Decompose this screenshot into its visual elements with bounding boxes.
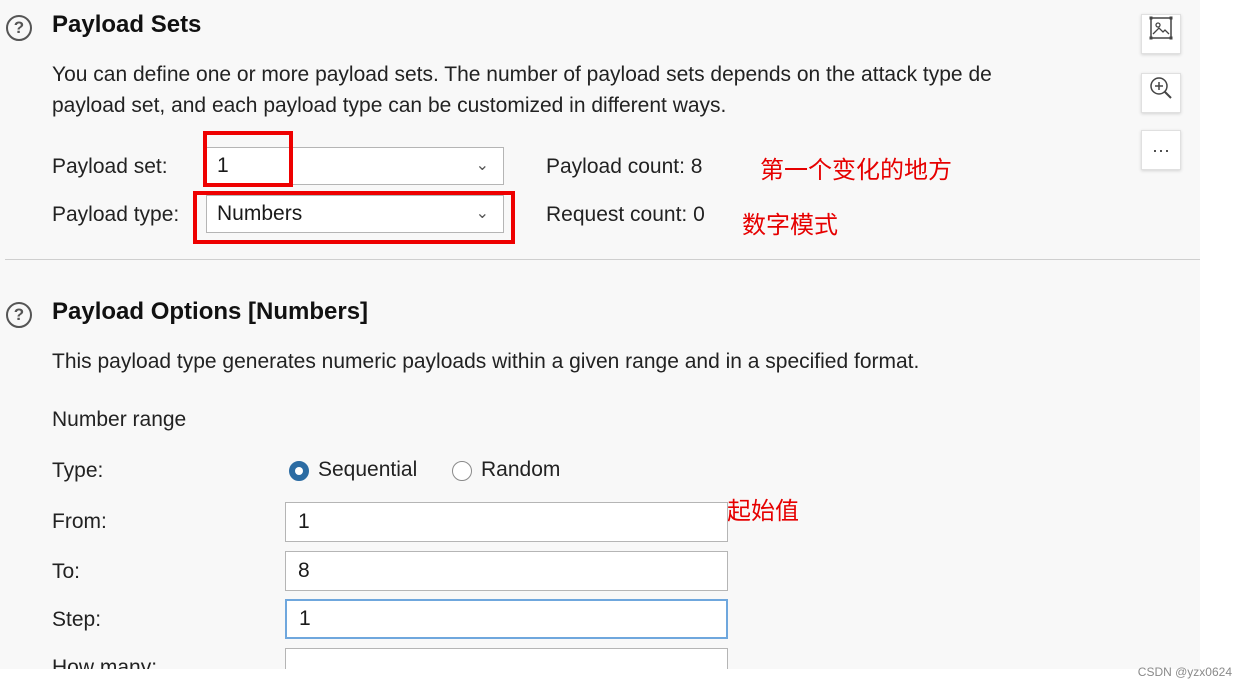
- chevron-down-icon: ⌄: [475, 157, 489, 174]
- highlight-box-payload-set: [203, 131, 293, 187]
- annotation-start-value: 起始值: [727, 497, 799, 525]
- payload-set-label: Payload set:: [52, 155, 168, 178]
- radio-sequential-label[interactable]: Sequential: [318, 458, 417, 482]
- payload-options-title: Payload Options [Numbers]: [52, 298, 369, 325]
- help-icon[interactable]: ?: [6, 15, 32, 41]
- how-many-label: How many:: [52, 656, 158, 669]
- request-count: Request count: 0: [546, 203, 705, 226]
- from-label: From:: [52, 510, 107, 533]
- payload-options-description: This payload type generates numeric payl…: [52, 350, 920, 373]
- help-icon[interactable]: ?: [6, 302, 32, 328]
- to-input[interactable]: 8: [285, 551, 728, 591]
- radio-sequential[interactable]: [289, 461, 309, 481]
- payload-sets-description-2: payload set, and each payload type can b…: [52, 94, 727, 117]
- to-label: To:: [52, 560, 81, 583]
- step-input[interactable]: 1: [285, 599, 728, 639]
- step-label: Step:: [52, 608, 102, 631]
- intruder-payloads-panel: ? Payload Sets You can define one or mor…: [0, 0, 1200, 669]
- from-input[interactable]: 1: [285, 502, 728, 542]
- annotation-numeric-mode: 数字模式: [742, 211, 838, 239]
- section-divider: [5, 259, 1200, 260]
- number-range-label: Number range: [52, 408, 187, 431]
- payload-count: Payload count: 8: [546, 155, 703, 178]
- payload-sets-description: You can define one or more payload sets.…: [52, 63, 992, 86]
- payload-type-label: Payload type:: [52, 203, 180, 226]
- annotation-first-change: 第一个变化的地方: [760, 156, 952, 184]
- image-icon[interactable]: [1141, 14, 1181, 54]
- radio-random-label[interactable]: Random: [481, 458, 560, 482]
- zoom-in-icon[interactable]: [1141, 73, 1181, 113]
- type-label: Type:: [52, 459, 104, 482]
- how-many-input[interactable]: [285, 648, 728, 669]
- more-icon[interactable]: ···: [1141, 130, 1181, 170]
- highlight-box-payload-type: [193, 191, 515, 244]
- watermark: CSDN @yzx0624: [1137, 665, 1232, 679]
- radio-random[interactable]: [452, 461, 472, 481]
- payload-sets-title: Payload Sets: [52, 11, 202, 38]
